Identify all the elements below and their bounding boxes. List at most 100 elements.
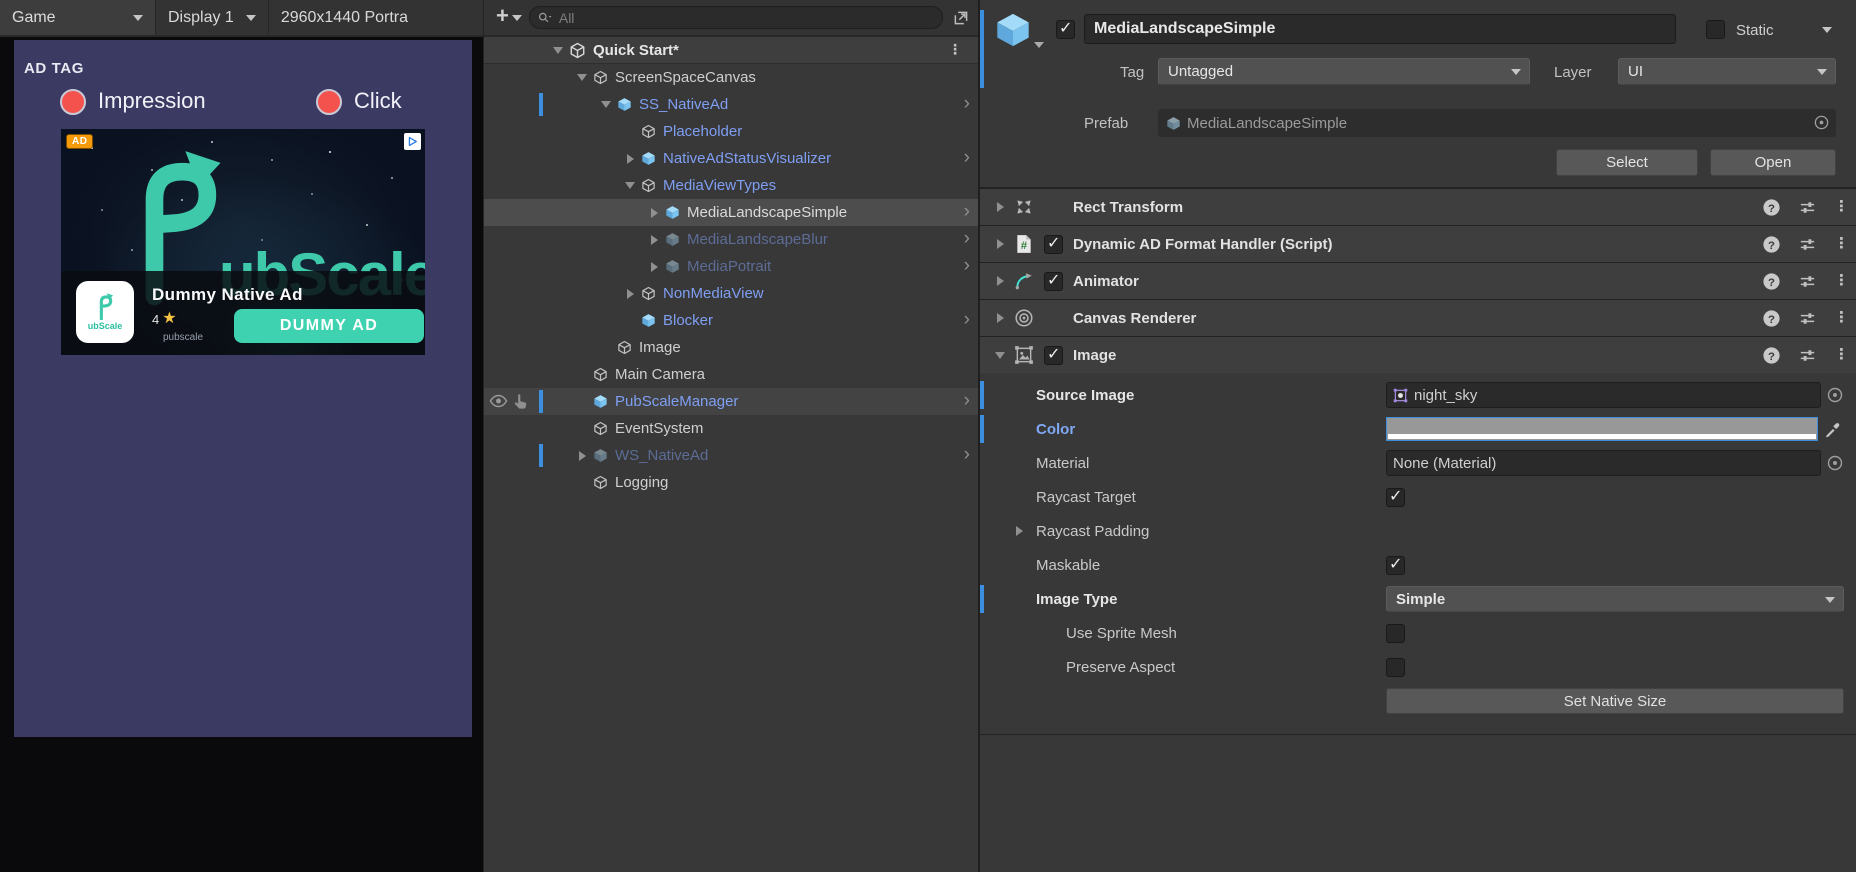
prefab-open-chevron-icon[interactable] [964,255,970,278]
enabled-checkbox[interactable] [1044,346,1063,365]
hierarchy-item-logging[interactable]: Logging [484,469,978,496]
hierarchy-item-blocker[interactable]: Blocker [484,307,978,334]
foldout-icon[interactable] [992,199,1008,215]
aspect-ratio-dropdown[interactable]: 2960x1440 Portra [269,0,483,35]
set-native-size-button[interactable]: Set Native Size [1386,688,1844,714]
tag-dropdown[interactable]: Untagged [1158,58,1530,85]
add-dropdown-icon[interactable] [512,15,522,21]
foldout-icon[interactable] [992,310,1008,326]
adchoices-icon[interactable] [404,133,421,150]
object-picker-icon[interactable] [1826,454,1844,472]
component-header-animator[interactable]: Animator ⋮ [980,262,1856,299]
display-dropdown[interactable]: Display 1 [156,0,269,35]
component-menu-icon[interactable]: ⋮ [1834,199,1842,216]
preserve-aspect-checkbox[interactable] [1386,658,1405,677]
hierarchy-item-main-camera[interactable]: Main Camera [484,361,978,388]
native-ad-creative[interactable]: ubScale AD ubScale Dummy Native Ad 4 [61,129,425,355]
gameobject-name-field[interactable]: MediaLandscapeSimple [1084,14,1676,44]
hierarchy-item-pubscalemanager[interactable]: PubScaleManager [484,388,978,415]
preset-icon[interactable] [1798,309,1817,328]
component-menu-icon[interactable]: ⋮ [1834,273,1842,290]
foldout-icon[interactable] [646,259,662,275]
help-icon[interactable] [1762,198,1781,217]
raycast-target-checkbox[interactable] [1386,488,1405,507]
prefab-open-chevron-icon[interactable] [964,390,970,413]
preset-icon[interactable] [1798,272,1817,291]
hierarchy-item-placeholder[interactable]: Placeholder [484,118,978,145]
foldout-icon[interactable] [646,232,662,248]
component-header-dynamic-ad-format-handler[interactable]: Dynamic AD Format Handler (Script) ⋮ [980,225,1856,262]
scene-foldout-icon[interactable] [550,42,566,58]
prefab-open-chevron-icon[interactable] [964,444,970,467]
component-menu-icon[interactable]: ⋮ [1834,310,1842,327]
hierarchy-item-eventsystem[interactable]: EventSystem [484,415,978,442]
eyedropper-button[interactable] [1820,417,1844,441]
add-gameobject-button[interactable]: + [496,5,509,27]
use-sprite-mesh-checkbox[interactable] [1386,624,1405,643]
scene-header[interactable]: Quick Start* ⋮ [484,37,978,64]
static-checkbox[interactable] [1706,20,1725,39]
foldout-icon[interactable] [622,286,638,302]
prefab-open-chevron-icon[interactable] [964,93,970,116]
dummy-ad-button[interactable]: DUMMY AD [234,309,424,343]
prefab-open-chevron-icon[interactable] [964,309,970,332]
icon-dropdown-icon[interactable] [1034,42,1044,48]
layer-dropdown[interactable]: UI [1618,58,1836,85]
prefab-open-button[interactable]: Open [1710,149,1836,176]
color-swatch[interactable] [1386,417,1818,441]
help-icon[interactable] [1762,346,1781,365]
prefab-open-chevron-icon[interactable] [964,201,970,224]
foldout-icon[interactable] [992,347,1008,363]
hierarchy-item-ss-nativead[interactable]: SS_NativeAd [484,91,978,118]
object-picker-icon[interactable] [1826,386,1844,404]
foldout-icon[interactable] [992,273,1008,289]
popout-window-icon[interactable] [952,9,970,27]
foldout-icon[interactable] [992,236,1008,252]
hierarchy-item-mediapotrait[interactable]: MediaPotrait [484,253,978,280]
component-header-canvas-renderer[interactable]: Canvas Renderer ⋮ [980,299,1856,336]
tab-game[interactable]: Game [0,0,156,35]
scene-menu-icon[interactable]: ⋮ [948,42,962,57]
component-menu-icon[interactable]: ⋮ [1834,347,1842,364]
object-picker-icon[interactable] [1813,114,1830,131]
help-icon[interactable] [1762,235,1781,254]
prefab-select-button[interactable]: Select [1556,149,1698,176]
component-header-image[interactable]: Image ⋮ [980,336,1856,373]
foldout-icon[interactable] [646,205,662,221]
prefab-field[interactable]: MediaLandscapeSimple [1158,109,1836,137]
enabled-checkbox[interactable] [1044,272,1063,291]
foldout-icon[interactable] [574,448,590,464]
preset-icon[interactable] [1798,235,1817,254]
hierarchy-item-screenspacecanvas[interactable]: ScreenSpaceCanvas [484,64,978,91]
hierarchy-item-medialandscapeblur[interactable]: MediaLandscapeBlur [484,226,978,253]
prefab-open-chevron-icon[interactable] [964,228,970,251]
foldout-icon[interactable] [622,151,638,167]
preset-icon[interactable] [1798,198,1817,217]
maskable-checkbox[interactable] [1386,556,1405,575]
image-type-dropdown[interactable]: Simple [1386,586,1844,612]
foldout-icon[interactable] [598,97,614,113]
foldout-icon[interactable] [1016,526,1023,536]
hierarchy-item-mediaviewtypes[interactable]: MediaViewTypes [484,172,978,199]
preset-icon[interactable] [1798,346,1817,365]
hierarchy-item-nonmediaview[interactable]: NonMediaView [484,280,978,307]
foldout-icon[interactable] [574,70,590,86]
prefab-open-chevron-icon[interactable] [964,147,970,170]
raycast-padding-row[interactable]: Raycast Padding [980,514,1856,548]
hierarchy-item-ws-nativead[interactable]: WS_NativeAd [484,442,978,469]
hierarchy-item-nativeadstatusvisualizer[interactable]: NativeAdStatusVisualizer [484,145,978,172]
hierarchy-item-image[interactable]: Image [484,334,978,361]
pick-hand-icon[interactable] [512,393,529,410]
help-icon[interactable] [1762,272,1781,291]
gameobject-enabled-checkbox[interactable] [1056,20,1075,39]
gameobject-cube-icon[interactable] [994,11,1032,49]
material-field[interactable]: None (Material) [1386,450,1821,476]
hierarchy-item-medialandscapesimple[interactable]: MediaLandscapeSimple [484,199,978,226]
hierarchy-search-box[interactable] [529,6,943,29]
search-input[interactable] [557,9,935,27]
eye-visibility-icon[interactable] [489,394,508,408]
foldout-icon[interactable] [622,178,638,194]
static-dropdown-icon[interactable] [1822,27,1832,33]
component-header-rect-transform[interactable]: Rect Transform ⋮ [980,188,1856,225]
help-icon[interactable] [1762,309,1781,328]
